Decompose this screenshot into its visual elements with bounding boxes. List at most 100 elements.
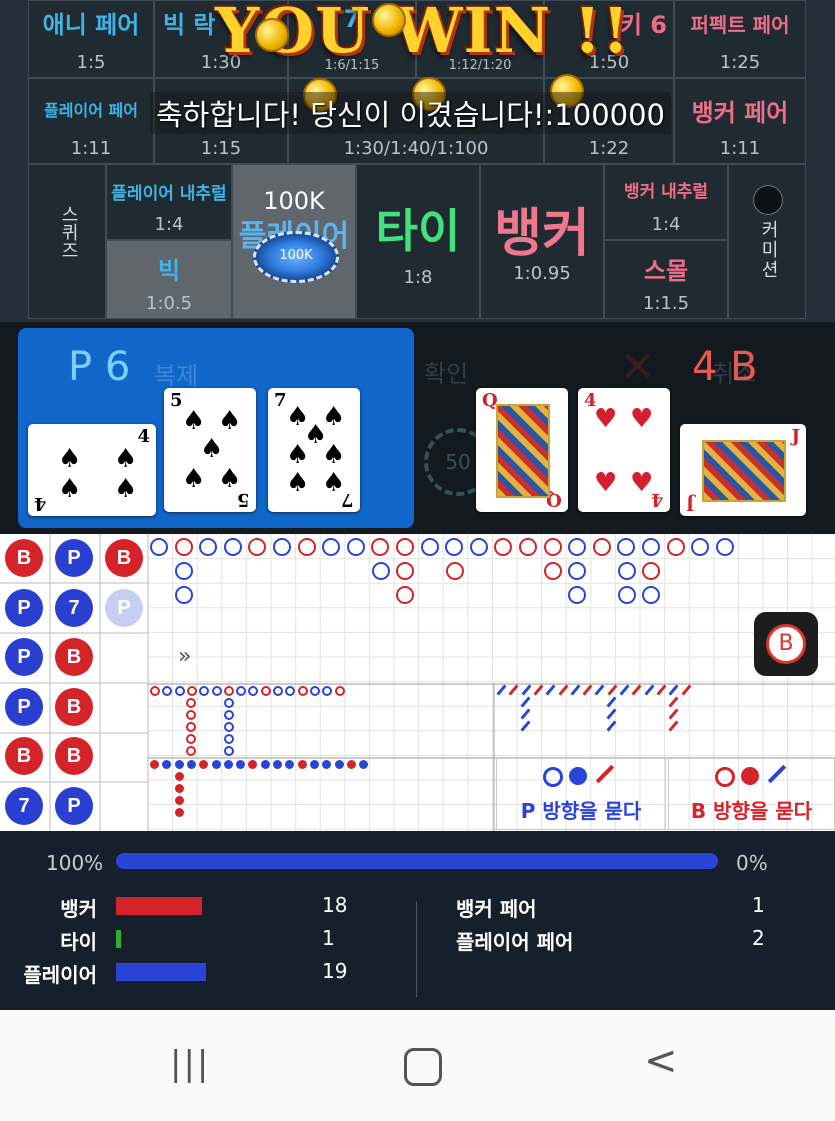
red-ring-icon xyxy=(715,767,735,787)
road-ring xyxy=(544,562,562,580)
derived-road-mark xyxy=(186,722,196,732)
derived-road-mark xyxy=(186,698,196,708)
player-card-1: 4 4 ♠ ♠ ♠ ♠ xyxy=(28,424,156,516)
road-ring xyxy=(642,562,660,580)
system-navigation-bar: ||| < xyxy=(0,1010,835,1121)
derived-road-mark xyxy=(175,808,184,817)
bet-perfect-pair[interactable]: 퍼펙트 페어 1:25 xyxy=(674,0,806,78)
road-ring xyxy=(150,538,168,556)
bet-big[interactable]: 빅 1:0.5 xyxy=(106,240,232,319)
cancel-x-icon: ✕ xyxy=(620,342,656,391)
bet-odds: 1:5 xyxy=(76,52,106,73)
derived-road-mark xyxy=(224,722,234,732)
derived-road-mark xyxy=(174,760,184,769)
home-icon[interactable] xyxy=(404,1048,442,1086)
bead-banker: B xyxy=(55,638,93,676)
road-ring xyxy=(618,586,636,604)
derived-road-mark xyxy=(175,784,184,793)
banker-score: 4 B xyxy=(692,344,758,390)
player-score: P 6 xyxy=(68,344,131,390)
bet-label: 뱅커 페어 xyxy=(691,99,789,127)
scoreboard: BPBP7PPBPBBB7P » B P 방향을 묻다 B 방향을 묻다 xyxy=(0,534,835,831)
stat-value-player: 19 xyxy=(322,959,348,983)
derived-road-mark xyxy=(186,710,196,720)
bet-banker-natural[interactable]: 뱅커 내추럴 1:4 xyxy=(604,164,728,240)
derived-road-mark xyxy=(186,760,196,769)
road-ring xyxy=(420,538,439,556)
b-swap-icon: B xyxy=(766,624,806,664)
road-ring xyxy=(519,538,537,556)
bet-odds: 1:30/1:40/1:100 xyxy=(343,138,489,159)
derived-road-mark xyxy=(260,760,270,769)
bead-banker: B xyxy=(5,737,43,775)
banker-card-2: 4 4 ♥ ♥ ♥ ♥ xyxy=(578,388,670,512)
derived-road-mark xyxy=(334,686,345,696)
commission-radio-icon xyxy=(753,185,783,215)
bet-small[interactable]: 스몰 1:1.5 xyxy=(604,240,728,319)
bet-player-pair[interactable]: 플레이어 페어 1:11 xyxy=(28,78,154,164)
derived-road-mark xyxy=(150,760,159,769)
stat-value-tie: 1 xyxy=(322,926,335,950)
ask-player-panel[interactable]: P 방향을 묻다 xyxy=(496,758,666,830)
skip-arrow-icon[interactable]: » xyxy=(178,644,191,669)
derived-road-mark xyxy=(223,760,233,769)
jack-face-image xyxy=(702,440,786,502)
bet-tie[interactable]: 타이 1:8 xyxy=(356,164,480,319)
squeeze-toggle[interactable]: 스퀴즈 xyxy=(28,164,106,319)
bet-label: 스몰 xyxy=(643,257,689,285)
bet-any-pair[interactable]: 애니 페어 1:5 xyxy=(28,0,154,78)
ask-banker-panel[interactable]: B 방향을 묻다 xyxy=(668,758,835,830)
coin-icon xyxy=(372,3,406,37)
derived-road-mark xyxy=(224,710,234,720)
squeeze-label: 스퀴즈 xyxy=(58,205,79,259)
derived-road-mark xyxy=(223,686,234,696)
bet-label: 애니 페어 xyxy=(42,11,140,39)
road-ring xyxy=(372,562,390,580)
commission-toggle[interactable]: 커미션 xyxy=(728,164,806,319)
bet-odds: 1:8 xyxy=(403,267,433,288)
banker-ask-button[interactable]: B xyxy=(754,612,818,676)
derived-road-mark xyxy=(174,686,185,696)
bet-banker[interactable]: 뱅커 1:0.95 xyxy=(480,164,604,319)
road-ring xyxy=(642,538,660,556)
derived-road-mark xyxy=(224,698,234,708)
recent-apps-icon[interactable]: ||| xyxy=(170,1044,210,1084)
bet-player[interactable]: 100K 플레이어 1:1 100K xyxy=(232,164,356,319)
bet-odds: 1:1.5 xyxy=(642,293,690,314)
coin-icon xyxy=(255,18,289,52)
road-ring xyxy=(175,562,193,580)
derived-road-mark xyxy=(273,760,282,769)
bet-banker-pair[interactable]: 뱅커 페어 1:11 xyxy=(674,78,806,164)
bet-player-natural[interactable]: 플레이어 내추럴 1:4 xyxy=(106,164,232,240)
win-message: 축하합니다! 당신이 이겼습니다!:100000 xyxy=(150,92,672,134)
road-ring xyxy=(297,538,316,556)
betting-table: 애니 페어 1:5 빅 락 1:30 7 1:6/1:15 1:12/1:20 … xyxy=(0,0,835,325)
back-icon[interactable]: < xyxy=(644,1038,678,1084)
road-ring xyxy=(715,538,734,556)
stat-value-banker-pair: 1 xyxy=(752,893,765,917)
bead-player: P xyxy=(55,539,93,577)
commission-label: 커미션 xyxy=(761,220,779,281)
derived-road-mark xyxy=(309,686,320,696)
road-ring xyxy=(446,562,464,580)
confirm-button[interactable]: 확인 xyxy=(424,354,468,389)
bet-odds: 1:11 xyxy=(719,138,761,159)
derived-road-mark xyxy=(224,746,234,756)
blue-dot-icon xyxy=(569,767,587,785)
derived-road-mark xyxy=(273,686,283,696)
bead-player: P xyxy=(55,786,93,825)
road-ring xyxy=(174,538,193,556)
derived-road-mark xyxy=(297,686,308,696)
bet-odds: 1:11 xyxy=(70,138,112,159)
stat-label-banker-pair: 뱅커 페어 xyxy=(456,897,537,921)
road-ring xyxy=(273,538,291,556)
bet-odds: 1:15 xyxy=(200,138,242,159)
road-ring xyxy=(642,586,660,604)
queen-face-image xyxy=(496,404,550,498)
bet-label: 뱅커 xyxy=(494,204,590,264)
progress-right-label: 0% xyxy=(736,851,768,875)
bet-label: 플레이어 페어 xyxy=(44,101,138,120)
repeat-button[interactable]: 복제 xyxy=(154,356,198,391)
bet-label: 플레이어 내추럴 xyxy=(111,184,227,204)
road-ring xyxy=(568,562,586,580)
